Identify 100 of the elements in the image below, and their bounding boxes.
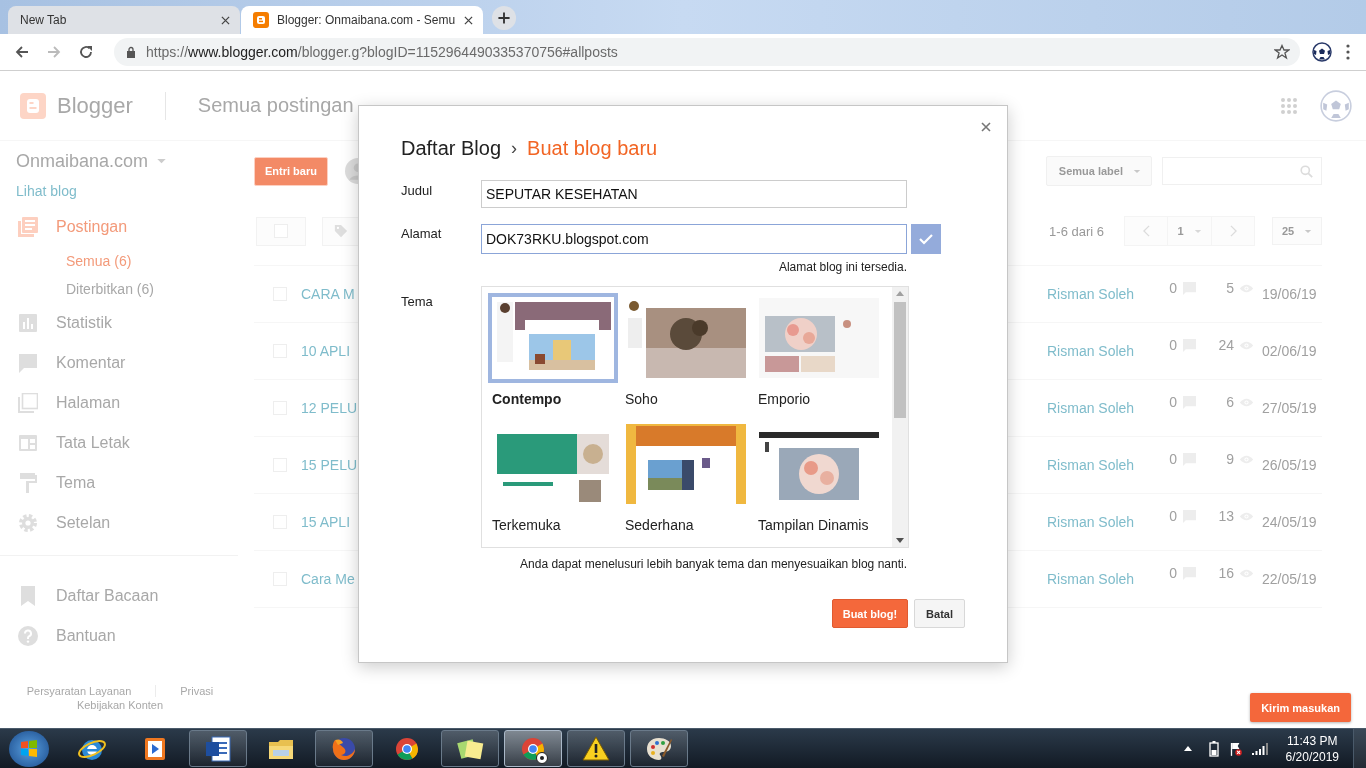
scrollbar[interactable] xyxy=(892,287,908,547)
comment-count: 0 xyxy=(1169,394,1177,410)
taskbar-button[interactable] xyxy=(189,730,247,767)
theme-option[interactable]: Sederhana xyxy=(621,419,754,533)
chevron-right-icon xyxy=(1229,225,1237,237)
page-title: Semua postingan xyxy=(197,94,354,117)
view-count: 5 xyxy=(1226,280,1234,296)
view-blog-link[interactable]: Lihat blog xyxy=(0,181,77,201)
lock-icon[interactable] xyxy=(126,46,136,58)
theme-option[interactable]: Tampilan Dinamis xyxy=(754,419,887,533)
field-label: Judul xyxy=(401,182,434,198)
reload-icon[interactable] xyxy=(78,44,94,60)
post-author[interactable]: Risman Soleh xyxy=(1047,400,1154,416)
theme-option[interactable]: Emporio xyxy=(754,293,887,407)
sidebar-item[interactable]: Setelan xyxy=(0,503,240,543)
taskbar-button[interactable] xyxy=(441,730,499,767)
post-date: 22/05/19 xyxy=(1261,571,1318,587)
post-date: 24/05/19 xyxy=(1261,514,1318,530)
back-icon[interactable] xyxy=(14,44,30,60)
theme-option[interactable]: Soho xyxy=(621,293,754,407)
sidebar-item[interactable]: Bantuan xyxy=(0,616,240,656)
taskbar-button[interactable] xyxy=(630,730,688,767)
post-author[interactable]: Risman Soleh xyxy=(1047,457,1154,473)
post-date: 19/06/19 xyxy=(1261,286,1318,302)
view-count: 9 xyxy=(1226,451,1234,467)
cancel-button[interactable]: Batal xyxy=(914,599,965,628)
new-post-button[interactable]: Entri baru xyxy=(254,156,328,186)
caret-up-icon[interactable] xyxy=(1183,746,1192,751)
post-author[interactable]: Risman Soleh xyxy=(1047,514,1154,530)
post-author[interactable]: Risman Soleh xyxy=(1047,571,1154,587)
sidebar-item[interactable]: Postingan xyxy=(0,207,240,247)
address-bar[interactable]: https://www.blogger.com/blogger.g?blogID=1152964490335370756#allposts xyxy=(114,38,1300,66)
flag-icon[interactable] xyxy=(1229,740,1242,757)
menu-icon[interactable] xyxy=(1346,44,1350,60)
comment-count: 0 xyxy=(1169,508,1177,524)
search-icon xyxy=(1300,164,1313,178)
caret-icon xyxy=(1133,168,1141,174)
availability-note: Alamat blog ini tersedia. xyxy=(777,260,907,274)
theme-hint: Anda dapat menelusuri lebih banyak tema dan menyesuaikan blog nanti. xyxy=(519,557,907,571)
chevron-left-icon xyxy=(1142,225,1150,237)
label-dropdown[interactable]: Semua label xyxy=(1045,156,1152,186)
bookmark-icon xyxy=(18,586,38,606)
blog-logo-icon xyxy=(253,12,269,28)
sidebar-item[interactable]: Statistik xyxy=(0,303,240,343)
view-count: 24 xyxy=(1218,337,1234,353)
help-icon xyxy=(18,626,38,646)
privacy-link[interactable]: Privasi xyxy=(180,685,214,697)
comment-icon xyxy=(18,353,38,373)
field-label: Tema xyxy=(401,293,434,309)
blog-name[interactable]: Onmaibana.com xyxy=(16,150,149,172)
sidebar-item[interactable]: Tema xyxy=(0,463,240,503)
document-icon xyxy=(203,733,233,764)
four-pane-flag-icon xyxy=(19,738,39,759)
browser-tab[interactable]: Blogger: Onmaibana.com - Semu xyxy=(241,6,483,34)
start-button[interactable] xyxy=(9,730,49,767)
sidebar-subitem[interactable]: Semua (6) xyxy=(0,247,132,275)
clock[interactable]: 11:43 PM 6/20/2019 xyxy=(1285,732,1339,765)
page-dropdown[interactable]: 1 xyxy=(1167,217,1212,245)
post-author[interactable]: Risman Soleh xyxy=(1047,343,1154,359)
new-tab-button[interactable] xyxy=(491,5,517,31)
pages-icon xyxy=(18,393,38,413)
terms-link[interactable]: Persyaratan Layanan xyxy=(26,685,132,697)
field-label: Alamat xyxy=(401,225,443,241)
sidebar-item[interactable]: Tata Letak xyxy=(0,423,240,463)
close-icon[interactable] xyxy=(981,122,991,132)
sidebar-item[interactable]: Komentar xyxy=(0,343,240,383)
star-icon[interactable] xyxy=(1274,44,1290,60)
comment-count: 0 xyxy=(1169,451,1177,467)
breadcrumb-separator: › xyxy=(511,137,518,159)
page-size-dropdown[interactable]: 25 xyxy=(1272,217,1322,245)
battery-icon[interactable] xyxy=(1207,740,1220,757)
browser-tab[interactable]: New Tab xyxy=(8,6,240,34)
address-input[interactable]: DOK73RKU.blogspot.com xyxy=(481,224,907,254)
search-field[interactable] xyxy=(1162,157,1322,185)
comment-count: 0 xyxy=(1169,565,1177,581)
view-count: 13 xyxy=(1218,508,1234,524)
sidebar-subitem[interactable]: Diterbitkan (6) xyxy=(0,275,154,303)
tag-icon xyxy=(334,224,348,238)
view-count: 6 xyxy=(1226,394,1234,410)
layout-icon xyxy=(18,433,38,453)
sidebar-item[interactable]: Daftar Bacaan xyxy=(0,576,240,616)
signal-icon[interactable] xyxy=(1251,742,1268,755)
taskbar-button[interactable] xyxy=(567,730,625,767)
theme-option[interactable]: Terkemuka xyxy=(488,419,621,533)
breadcrumb-link[interactable]: Daftar Blog xyxy=(401,136,502,160)
post-date: 26/05/19 xyxy=(1261,457,1318,473)
feedback-button[interactable]: Kirim masukan xyxy=(1250,693,1351,722)
dialog-title: Buat blog baru xyxy=(527,136,658,160)
sidebar-item[interactable]: Halaman xyxy=(0,383,240,423)
content-policy-link[interactable]: Kebijakan Konten xyxy=(76,699,164,711)
scroll-down-icon[interactable] xyxy=(896,538,904,543)
create-blog-button[interactable]: Buat blog! xyxy=(831,599,909,628)
ball-avatar-icon[interactable] xyxy=(1312,42,1332,62)
taskbar-button[interactable] xyxy=(504,730,562,767)
comment-count: 0 xyxy=(1169,337,1177,353)
post-author[interactable]: Risman Soleh xyxy=(1047,286,1154,302)
close-icon[interactable] xyxy=(221,15,230,25)
close-icon[interactable] xyxy=(464,15,473,25)
title-input[interactable]: SEPUTAR KESEHATAN xyxy=(481,180,907,208)
caret-icon xyxy=(1304,228,1313,234)
